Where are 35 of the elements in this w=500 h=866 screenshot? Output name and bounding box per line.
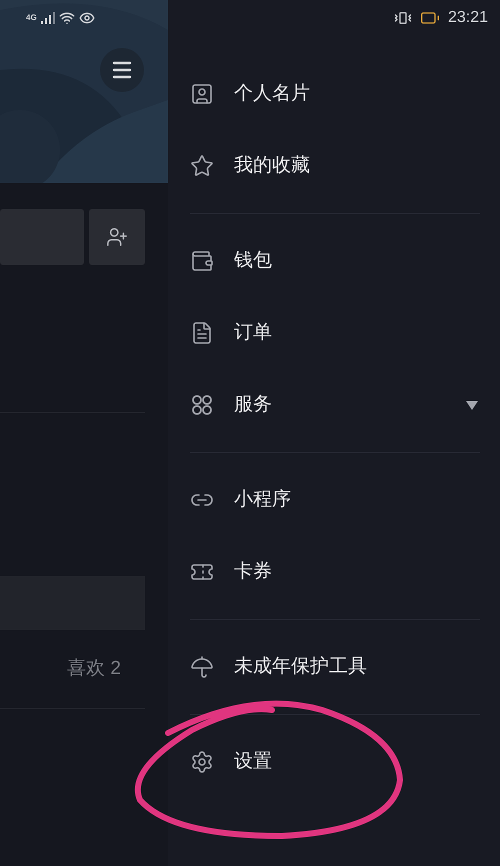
- menu-item[interactable]: 小程序: [190, 464, 480, 536]
- menu-item-label: 设置: [234, 750, 272, 774]
- eye-icon: [78, 10, 95, 26]
- menu-item-label: 订单: [234, 320, 272, 345]
- document-icon: [190, 321, 214, 345]
- menu-item-label: 服务: [234, 392, 272, 417]
- contact-card-icon: [190, 82, 214, 106]
- add-friend-button[interactable]: [89, 209, 145, 265]
- menu-item-label: 未成年保护工具: [234, 654, 367, 679]
- vibrate-icon: [394, 9, 412, 27]
- caret-icon[interactable]: [466, 400, 478, 410]
- menu-item[interactable]: 钱包: [190, 225, 480, 297]
- menu-item[interactable]: 服务: [190, 369, 480, 441]
- menu-item-label: 钱包: [234, 248, 272, 273]
- settings-icon: [190, 750, 214, 774]
- menu-item-label: 个人名片: [234, 82, 310, 106]
- network-label: 4G: [26, 12, 37, 24]
- menu-item[interactable]: 我的收藏: [190, 130, 480, 202]
- menu-item[interactable]: 未成年保护工具: [190, 631, 480, 703]
- signal-icon: [40, 12, 55, 24]
- grid-icon: [190, 393, 214, 417]
- menu-item[interactable]: 个人名片: [190, 58, 480, 130]
- menu-item-label: 我的收藏: [234, 154, 310, 178]
- liked-tab[interactable]: 喜欢 2: [67, 654, 121, 684]
- menu-item-label: 小程序: [234, 488, 291, 512]
- wallet-icon: [190, 249, 214, 273]
- star-icon: [190, 154, 214, 178]
- clock-time: 23:21: [448, 8, 488, 28]
- menu-item-label: 卡券: [234, 560, 272, 584]
- menu-item[interactable]: 订单: [190, 297, 480, 369]
- umbrella-icon: [190, 655, 214, 679]
- add-user-icon: [106, 226, 128, 248]
- wifi-icon: [58, 10, 75, 26]
- menu-item[interactable]: 设置: [190, 726, 480, 798]
- menu-item[interactable]: 卡券: [190, 536, 480, 608]
